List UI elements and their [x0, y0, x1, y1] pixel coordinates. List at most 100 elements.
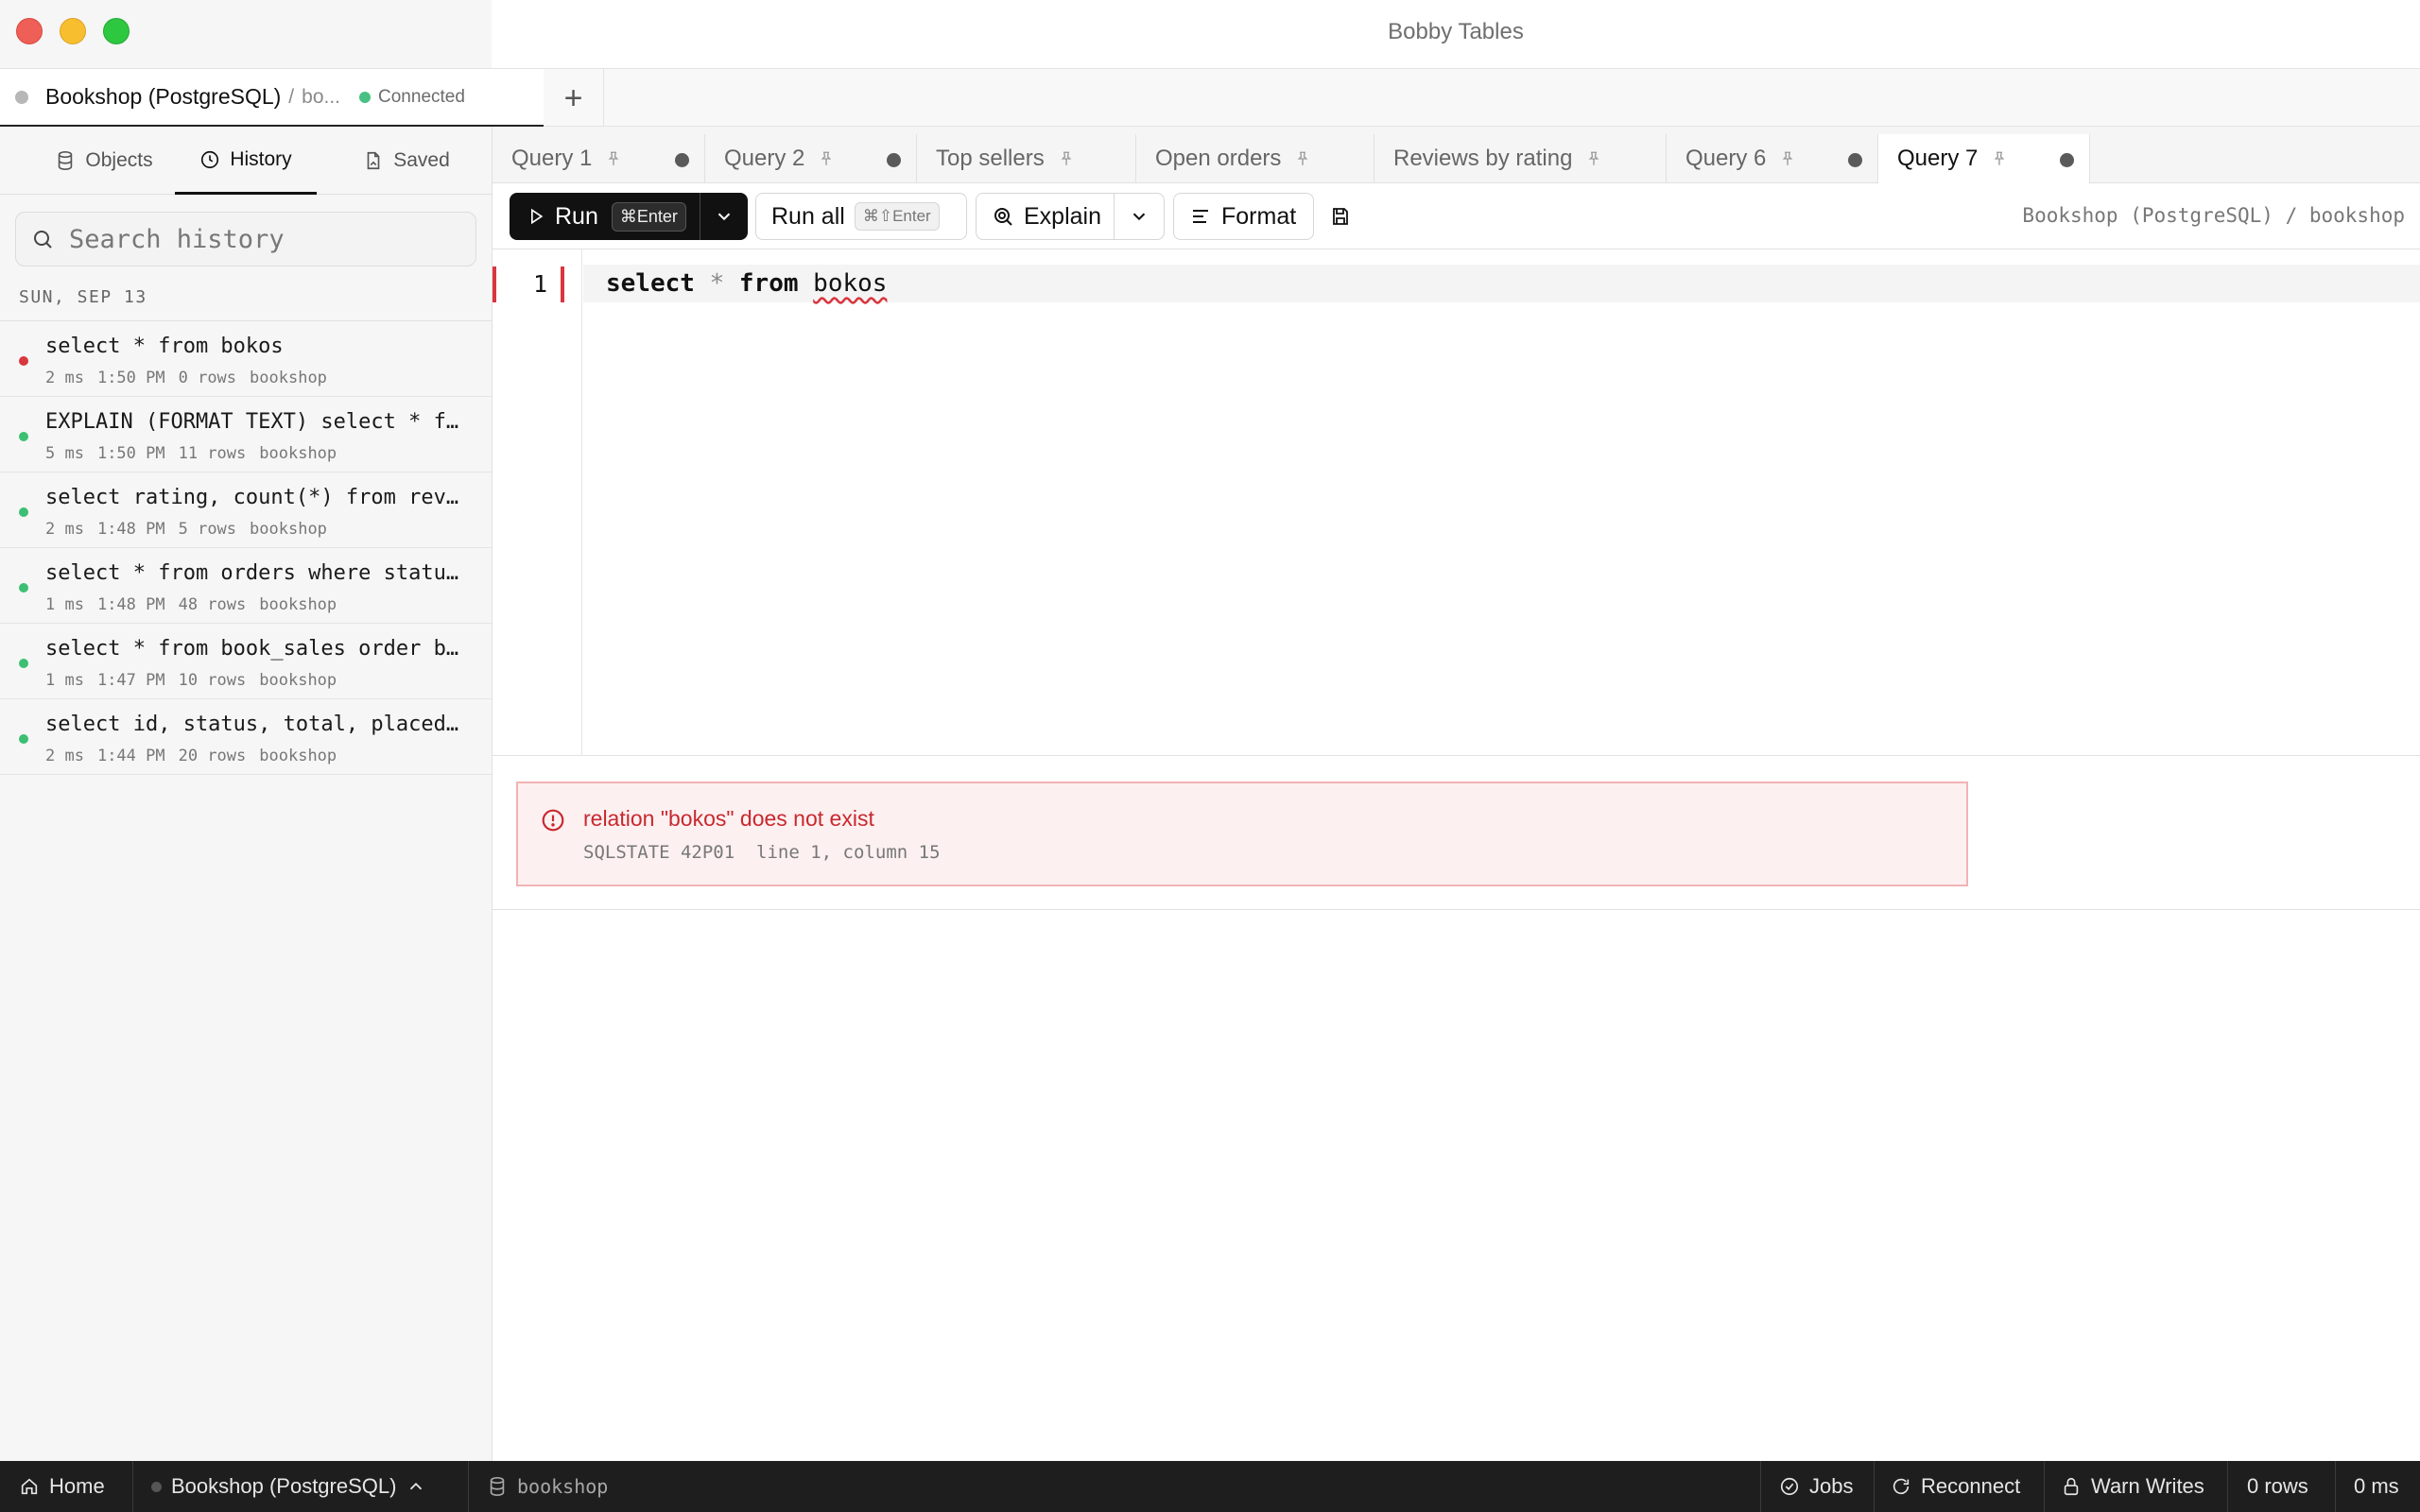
history-item[interactable]: select rating, count(*) from rev… 2 ms 1:…: [0, 472, 492, 548]
clock-icon: [201, 150, 219, 168]
success-status-dot: [19, 507, 28, 517]
history-rows: 10 rows: [178, 671, 247, 690]
run-button-group: Run ⌘Enter: [510, 193, 748, 240]
history-meta: 5 ms 1:50 PM 11 rows bookshop: [45, 444, 350, 463]
history-db: bookshop: [259, 671, 337, 690]
unsaved-dot: [2060, 153, 2074, 167]
minimize-window-button[interactable]: [60, 18, 86, 44]
divider: [1760, 1461, 1761, 1512]
connection-tab-bar: Bookshop (PostgreSQL) / bo... Connected …: [0, 68, 2420, 128]
history-meta: 1 ms 1:48 PM 48 rows bookshop: [45, 595, 350, 614]
tab-label: Query 6: [1685, 146, 1767, 171]
error-message-box: relation "bokos" does not exist SQLSTATE…: [516, 782, 1968, 886]
unsaved-dot: [1848, 153, 1862, 167]
status-connection-name: Bookshop (PostgreSQL): [171, 1474, 397, 1498]
zoom-window-button[interactable]: [103, 18, 130, 44]
connection-name: Bookshop (PostgreSQL): [45, 84, 282, 109]
tab-objects[interactable]: Objects: [28, 127, 180, 195]
tab-query-2[interactable]: Query 2: [705, 134, 917, 183]
pin-icon[interactable]: [1294, 150, 1311, 167]
reconnect-button[interactable]: Reconnect: [1891, 1461, 2020, 1512]
warn-writes-label: Warn Writes: [2091, 1474, 2204, 1498]
history-item[interactable]: select id, status, total, placed… 2 ms 1:…: [0, 699, 492, 775]
warn-writes-toggle[interactable]: Warn Writes: [2061, 1461, 2204, 1512]
query-tab-bar: Query 1 Query 2 Top sellers Open orders …: [493, 127, 2420, 183]
tab-query-6[interactable]: Query 6: [1667, 134, 1878, 183]
format-button[interactable]: Format: [1173, 193, 1314, 240]
history-item[interactable]: select * from book_sales order b… 1 ms 1:…: [0, 624, 492, 699]
add-connection-tab-button[interactable]: +: [544, 69, 604, 128]
error-gutter-bar: [561, 266, 564, 302]
history-search-input[interactable]: [69, 224, 466, 254]
tab-query-1[interactable]: Query 1: [493, 134, 705, 183]
tab-label: Query 7: [1897, 146, 1979, 171]
success-status-dot: [19, 659, 28, 668]
code-line[interactable]: select * from bokos: [606, 269, 887, 298]
pin-icon[interactable]: [1058, 150, 1075, 167]
tab-saved[interactable]: Saved: [340, 127, 473, 195]
pin-icon[interactable]: [1991, 150, 2008, 167]
result-panel: relation "bokos" does not exist SQLSTATE…: [493, 756, 2420, 910]
home-icon: [21, 1478, 38, 1495]
explain-options-button[interactable]: [1115, 194, 1164, 239]
history-duration: 2 ms: [45, 747, 84, 765]
close-window-button[interactable]: [16, 18, 43, 44]
home-button[interactable]: Home: [19, 1461, 105, 1512]
database-switcher[interactable]: bookshop: [487, 1461, 608, 1512]
error-identifier-token: bokos: [813, 269, 888, 298]
title-bar: Bobby Tables: [0, 0, 2420, 68]
history-time: 1:50 PM: [96, 444, 165, 463]
pin-icon[interactable]: [818, 150, 835, 167]
history-duration: 1 ms: [45, 595, 84, 614]
save-query-button[interactable]: [1326, 202, 1355, 231]
explain-button[interactable]: Explain: [1024, 203, 1101, 231]
history-list: select * from bokos 2 ms 1:50 PM 0 rows boo…: [0, 321, 492, 775]
explain-button-group: Explain: [976, 193, 1165, 240]
tab-top-sellers[interactable]: Top sellers: [917, 134, 1136, 183]
history-query: select rating, count(*) from rev…: [45, 486, 459, 509]
keyword-token: from: [738, 269, 799, 298]
tab-saved-label: Saved: [393, 149, 450, 171]
saved-file-icon: [367, 151, 380, 170]
divider: [468, 1461, 469, 1512]
sql-editor[interactable]: 1 select * from bokos: [493, 249, 2420, 756]
history-rows: 48 rows: [178, 595, 247, 614]
pin-icon[interactable]: [1585, 150, 1602, 167]
history-meta: 2 ms 1:44 PM 20 rows bookshop: [45, 747, 350, 765]
pin-icon[interactable]: [1779, 150, 1796, 167]
history-item[interactable]: select * from bokos 2 ms 1:50 PM 0 rows boo…: [0, 321, 492, 397]
history-time: 1:44 PM: [96, 747, 165, 765]
tab-reviews-by-rating[interactable]: Reviews by rating: [1374, 134, 1667, 183]
jobs-label: Jobs: [1809, 1474, 1854, 1498]
keyword-token: select: [606, 269, 695, 298]
pin-icon[interactable]: [605, 150, 622, 167]
chevron-down-icon: [1132, 213, 1146, 221]
tab-label: Query 2: [724, 146, 805, 171]
tab-label: Open orders: [1155, 146, 1282, 171]
lock-icon: [2064, 1477, 2079, 1496]
history-item[interactable]: EXPLAIN (FORMAT TEXT) select * f… 5 ms 1:…: [0, 397, 492, 472]
save-icon: [1333, 208, 1348, 225]
run-options-button[interactable]: [700, 193, 748, 240]
tab-open-orders[interactable]: Open orders: [1136, 134, 1374, 183]
window-title: Bobby Tables: [1388, 19, 1524, 44]
history-search[interactable]: [15, 212, 476, 266]
tab-query-7[interactable]: Query 7: [1878, 134, 2090, 183]
run-all-button[interactable]: Run all ⌘⇧Enter: [755, 193, 967, 240]
jobs-button[interactable]: Jobs: [1779, 1461, 1853, 1512]
elapsed-time: 0 ms: [2354, 1461, 2399, 1512]
run-all-label: Run all: [771, 202, 845, 230]
elapsed-time-label: 0 ms: [2354, 1474, 2399, 1498]
error-alert-icon: [542, 809, 564, 832]
connection-switcher[interactable]: Bookshop (PostgreSQL): [151, 1461, 426, 1512]
history-item[interactable]: select * from orders where statu… 1 ms 1:…: [0, 548, 492, 624]
history-query: select * from orders where statu…: [45, 561, 459, 585]
history-rows: 0 rows: [178, 369, 237, 387]
connection-tab[interactable]: Bookshop (PostgreSQL) / bo... Connected: [0, 69, 544, 128]
unsaved-dot: [887, 153, 901, 167]
history-query: select * from bokos: [45, 335, 284, 358]
tab-history[interactable]: History: [175, 127, 317, 195]
history-db: bookshop: [259, 747, 337, 765]
run-button[interactable]: Run ⌘Enter: [510, 193, 700, 240]
history-time: 1:48 PM: [96, 595, 165, 614]
